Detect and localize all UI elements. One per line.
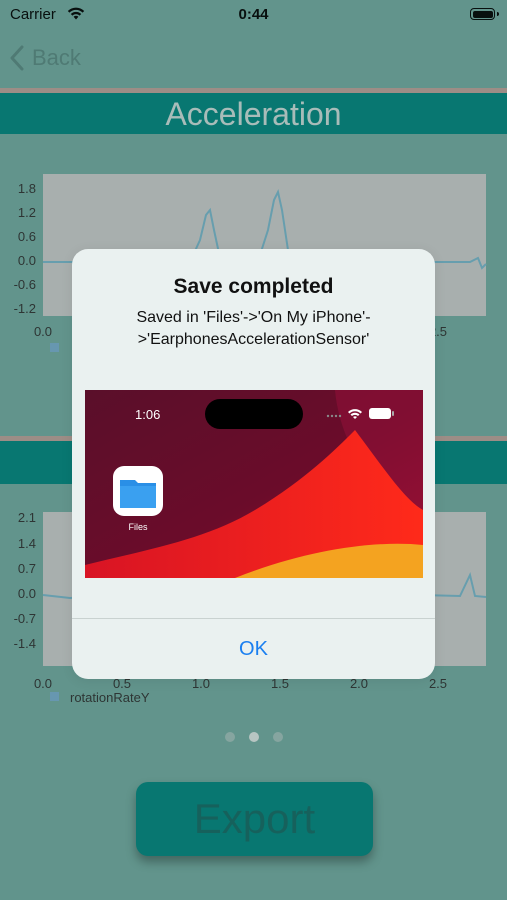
alert-message: Saved in 'Files'->'On My iPhone'->'Earph…: [136, 309, 371, 348]
alert-preview-image: 1:06 Files: [85, 390, 423, 578]
save-completed-alert: Save completed Saved in 'Files'->'On My …: [72, 249, 435, 679]
alert-title: Save completed: [173, 275, 334, 298]
battery-icon: [369, 408, 394, 419]
files-app-label: Files: [128, 522, 148, 532]
files-app-icon: [113, 466, 163, 516]
preview-time: 1:06: [135, 407, 160, 422]
dynamic-island: [205, 399, 303, 429]
ok-button[interactable]: OK: [72, 619, 435, 679]
wallpaper-preview: 1:06 Files: [85, 390, 423, 578]
